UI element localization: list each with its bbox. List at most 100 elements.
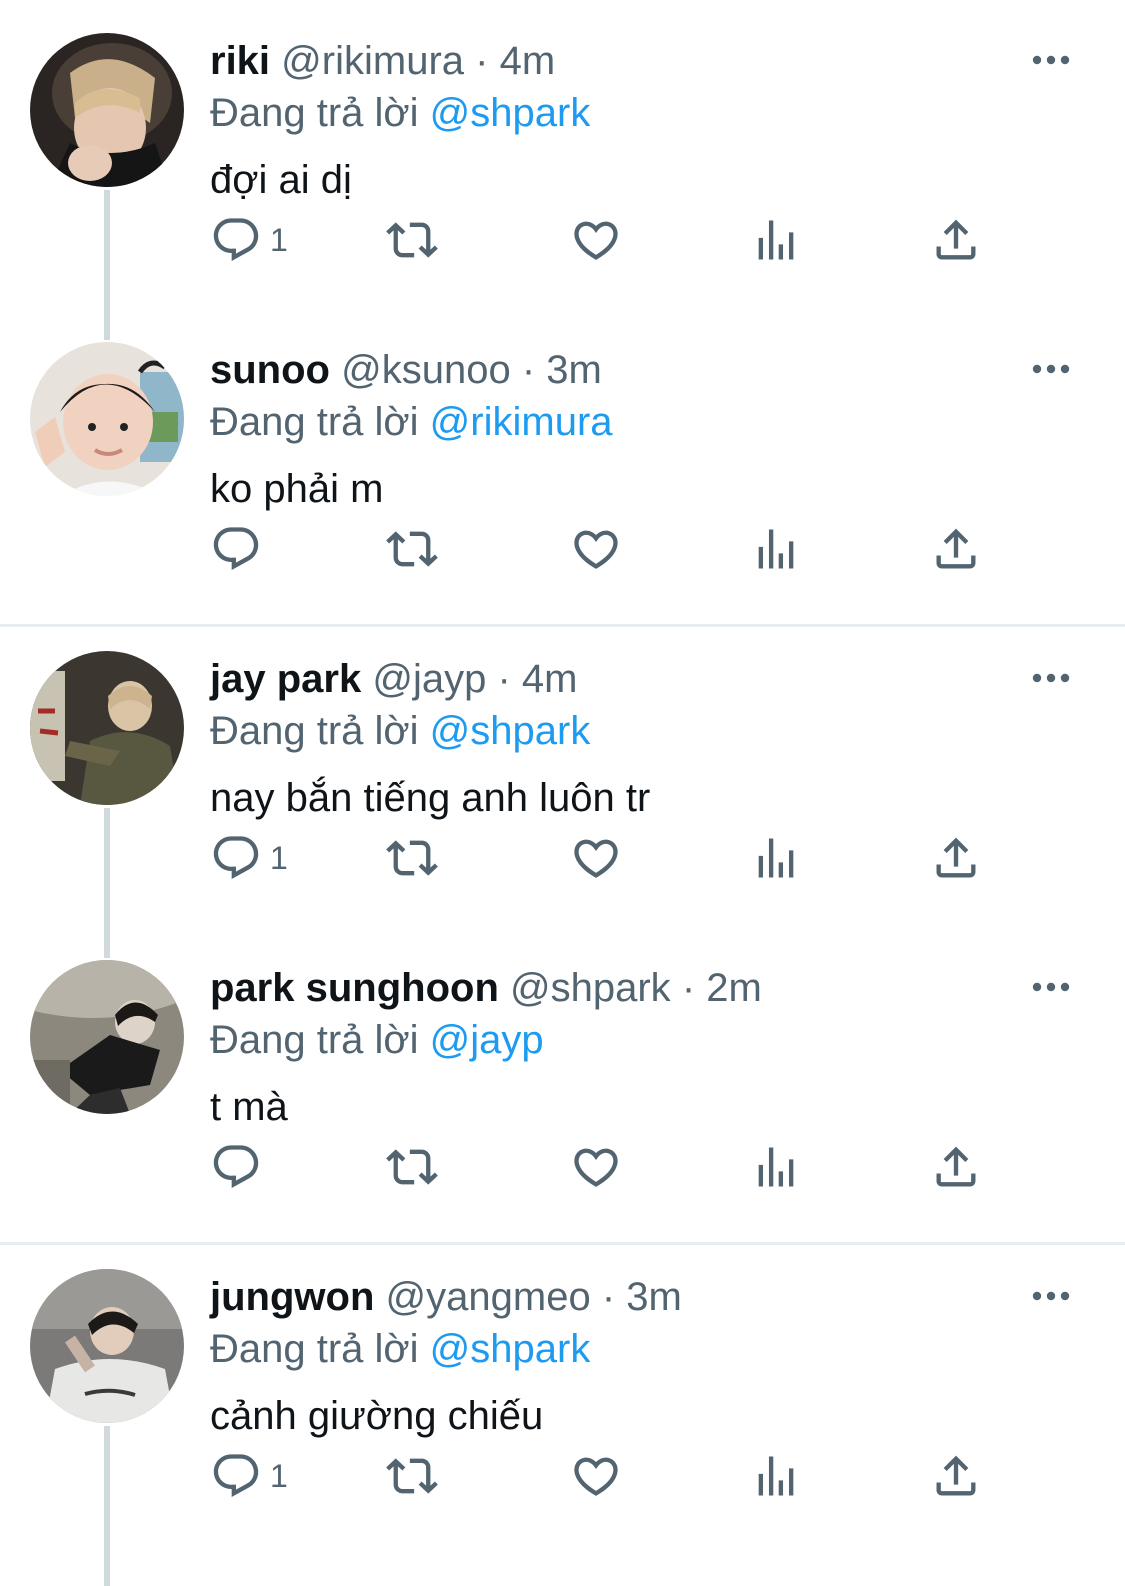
timestamp[interactable]: 4m [500,39,556,83]
reply-button[interactable] [210,1137,270,1197]
reply-button[interactable] [210,519,270,579]
retweet-icon [386,214,438,266]
timestamp[interactable]: 2m [706,966,762,1010]
tweet-header: jay park @jayp · 4m [210,656,577,702]
retweet-icon [386,523,438,575]
display-name[interactable]: jay park [210,657,361,701]
tweet[interactable]: jay park @jayp · 4m Đang trả lời @shpark… [0,618,1125,958]
action-bar: 1 [210,828,1010,888]
display-name[interactable]: jungwon [210,1275,374,1319]
mention-link[interactable]: @jayp [430,1018,544,1062]
heart-icon [570,1450,622,1502]
like-button[interactable] [570,1446,622,1506]
more-icon[interactable] [1030,46,1072,74]
mention-link[interactable]: @shpark [430,91,591,135]
avatar[interactable] [30,651,184,805]
like-button[interactable] [570,519,622,579]
views-button[interactable] [750,210,802,270]
reply-button[interactable]: 1 [210,210,288,270]
mention-link[interactable]: @rikimura [430,400,613,444]
share-button[interactable] [930,1446,982,1506]
retweet-button[interactable] [386,1137,438,1197]
action-bar [210,519,1010,579]
share-button[interactable] [930,210,982,270]
heart-icon [570,523,622,575]
share-button[interactable] [930,519,982,579]
reply-icon [210,1141,262,1193]
retweet-button[interactable] [386,828,438,888]
replying-to-label: Đang trả lời [210,400,419,444]
replying-to: Đang trả lời @jayp [210,1017,544,1063]
retweet-icon [386,832,438,884]
reply-button[interactable]: 1 [210,1446,288,1506]
views-button[interactable] [750,1137,802,1197]
like-button[interactable] [570,828,622,888]
user-handle[interactable]: @shpark [510,966,671,1010]
tweet[interactable]: sunoo @ksunoo · 3m Đang trả lời @rikimur… [0,309,1125,618]
retweet-icon [386,1450,438,1502]
views-button[interactable] [750,519,802,579]
replying-to-label: Đang trả lời [210,709,419,753]
action-bar: 1 [210,1446,1010,1506]
display-name[interactable]: sunoo [210,348,330,392]
replying-to: Đang trả lời @rikimura [210,399,613,445]
more-icon[interactable] [1030,355,1072,383]
heart-icon [570,214,622,266]
separator-dot: · [521,348,536,392]
avatar[interactable] [30,33,184,187]
display-name[interactable]: park sunghoon [210,966,499,1010]
share-button[interactable] [930,1137,982,1197]
timestamp[interactable]: 3m [626,1275,682,1319]
retweet-button[interactable] [386,519,438,579]
avatar[interactable] [30,342,184,496]
like-button[interactable] [570,210,622,270]
tweet-text: đợi ai dị [210,158,352,202]
views-button[interactable] [750,828,802,888]
user-handle[interactable]: @yangmeo [386,1275,591,1319]
user-handle[interactable]: @rikimura [281,39,464,83]
tweet[interactable]: park sunghoon @shpark · 2m Đang trả lời … [0,927,1125,1236]
display-name[interactable]: riki [210,39,270,83]
replying-to-label: Đang trả lời [210,91,419,135]
reply-count: 1 [270,221,288,258]
heart-icon [570,832,622,884]
reply-button[interactable]: 1 [210,828,288,888]
thread-line [104,1426,110,1586]
separator-dot: · [681,966,696,1010]
tweet-text: t mà [210,1085,288,1129]
action-bar [210,1137,1010,1197]
replying-to: Đang trả lời @shpark [210,708,590,754]
share-icon [930,832,982,884]
more-icon[interactable] [1030,664,1072,692]
replying-to: Đang trả lời @shpark [210,1326,590,1372]
separator-dot: · [497,657,511,701]
tweet-header: riki @rikimura · 4m [210,38,555,84]
more-icon[interactable] [1030,1282,1072,1310]
retweet-button[interactable] [386,210,438,270]
share-button[interactable] [930,828,982,888]
tweet[interactable]: riki @rikimura · 4m Đang trả lời @shpark… [0,0,1125,340]
user-handle[interactable]: @jayp [372,657,486,701]
mention-link[interactable]: @shpark [430,709,591,753]
views-button[interactable] [750,1446,802,1506]
avatar[interactable] [30,960,184,1114]
more-icon[interactable] [1030,973,1072,1001]
timestamp[interactable]: 3m [546,348,602,392]
mention-link[interactable]: @shpark [430,1327,591,1371]
like-button[interactable] [570,1137,622,1197]
avatar[interactable] [30,1269,184,1423]
retweet-button[interactable] [386,1446,438,1506]
tweet-text: ko phải m [210,467,384,511]
tweet-header: jungwon @yangmeo · 3m [210,1274,682,1320]
user-handle[interactable]: @ksunoo [341,348,511,392]
timestamp[interactable]: 4m [522,657,578,701]
reply-count: 1 [270,839,288,876]
reply-icon [210,214,262,266]
tweet-text: cảnh giường chiếu [210,1394,544,1438]
action-bar: 1 [210,210,1010,270]
heart-icon [570,1141,622,1193]
tweet[interactable]: jungwon @yangmeo · 3m Đang trả lời @shpa… [0,1236,1125,1586]
separator-dot: · [601,1275,616,1319]
share-icon [930,1141,982,1193]
views-icon [750,523,802,575]
